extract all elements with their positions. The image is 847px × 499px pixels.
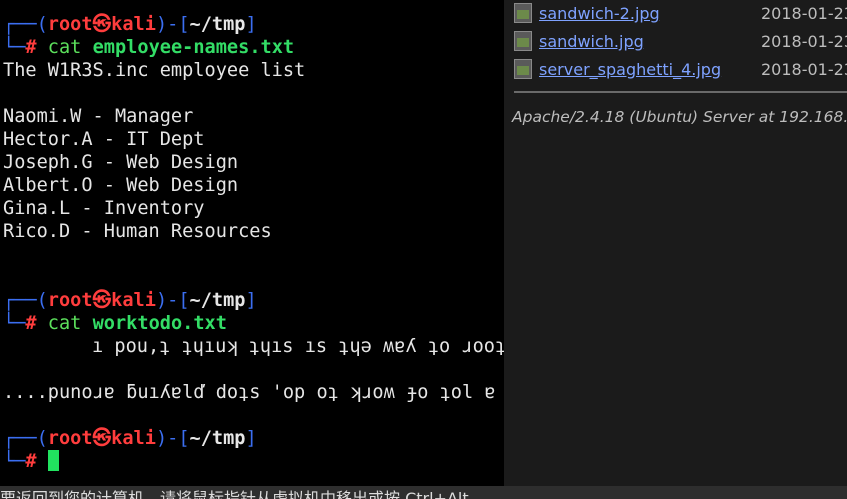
prompt-open: ┌──( [3,14,48,35]
terminal-window[interactable]: ┌──(root㉿kali)-[~/tmp] └─# cat employee-… [0,0,504,486]
prompt-corner: └─ [3,313,26,334]
file-link[interactable]: sandwich.jpg [539,32,644,51]
prompt-path: ~/tmp [189,14,246,35]
prompt-close: ] [245,14,257,35]
divider [514,91,847,93]
command-line: └─# cat worktodo.txt [3,312,227,335]
output-line: Naomi.W - Manager [3,106,194,127]
prompt-hash: # [25,313,37,334]
output-line: Rico.D - Human Resources [3,221,272,242]
command-arg: employee-names.txt [92,37,295,58]
prompt-hash: # [25,37,37,58]
file-row: server_spaghetti_4.jpg 2018-01-23 [514,59,847,87]
image-file-icon [514,31,532,51]
prompt-mid: )-[ [155,14,190,35]
upside-down-output-line: ı pou,ʇ ʇɥıuʞ ʇɥıs ıs ʇɥǝ ʍɐʎ ʇo ɹooʇ¡ [92,336,504,357]
file-date: 2018-01-23 [761,60,847,79]
output-line: Gina.L - Inventory [3,198,205,219]
prompt-user: root㉿kali [47,290,156,311]
file-link[interactable]: sandwich-2.jpg [539,4,660,23]
prompt-open: ┌──( [3,290,48,311]
file-row: sandwich.jpg 2018-01-23 [514,31,847,59]
upside-down-output-line: ....punoɹɐ ƃuıʎɐlď doʇs 'op oʇ ʞɹoʍ ɟo ʇ… [3,382,496,403]
prompt-hash: # [25,451,37,472]
prompt-close: ] [245,428,257,449]
browser-directory-listing: sandwich-2.jpg 2018-01-23 sandwich.jpg 2… [504,0,847,486]
prompt-corner: └─ [3,451,26,472]
terminal-cursor [47,450,59,471]
command-name: cat [47,37,82,58]
prompt-line: ┌──(root㉿kali)-[~/tmp] [3,289,257,312]
file-date: 2018-01-23 [761,32,847,51]
prompt-open: ┌──( [3,428,48,449]
vm-hint-text: 要返回到您的计算机，请将鼠标指针从虚拟机中移出或按 Ctrl+Alt [0,489,469,499]
vm-status-bar: 要返回到您的计算机，请将鼠标指针从虚拟机中移出或按 Ctrl+Alt [0,486,847,499]
output-line: The W1R3S.inc employee list [3,60,306,81]
prompt-path: ~/tmp [189,428,246,449]
prompt-line: ┌──(root㉿kali)-[~/tmp] [3,13,257,36]
output-line: Hector.A - IT Dept [3,129,205,150]
prompt-corner: └─ [3,37,26,58]
image-file-icon [514,59,532,79]
command-arg: worktodo.txt [92,313,227,334]
output-line: Albert.O - Web Design [3,175,239,196]
server-signature: Apache/2.4.18 (Ubuntu) Server at 192.168… [512,108,847,126]
prompt-user: root㉿kali [47,428,156,449]
prompt-line: ┌──(root㉿kali)-[~/tmp] [3,427,257,450]
prompt-mid: )-[ [155,428,190,449]
prompt-path: ~/tmp [189,290,246,311]
file-date: 2018-01-23 [761,4,847,23]
command-line[interactable]: └─# [3,450,59,473]
command-name: cat [47,313,82,334]
prompt-close: ] [245,290,257,311]
file-link[interactable]: server_spaghetti_4.jpg [539,60,721,79]
prompt-user: root㉿kali [47,14,156,35]
output-line: Joseph.G - Web Design [3,152,239,173]
image-file-icon [514,3,532,23]
command-line: └─# cat employee-names.txt [3,36,294,59]
file-row: sandwich-2.jpg 2018-01-23 [514,3,847,31]
prompt-mid: )-[ [155,290,190,311]
